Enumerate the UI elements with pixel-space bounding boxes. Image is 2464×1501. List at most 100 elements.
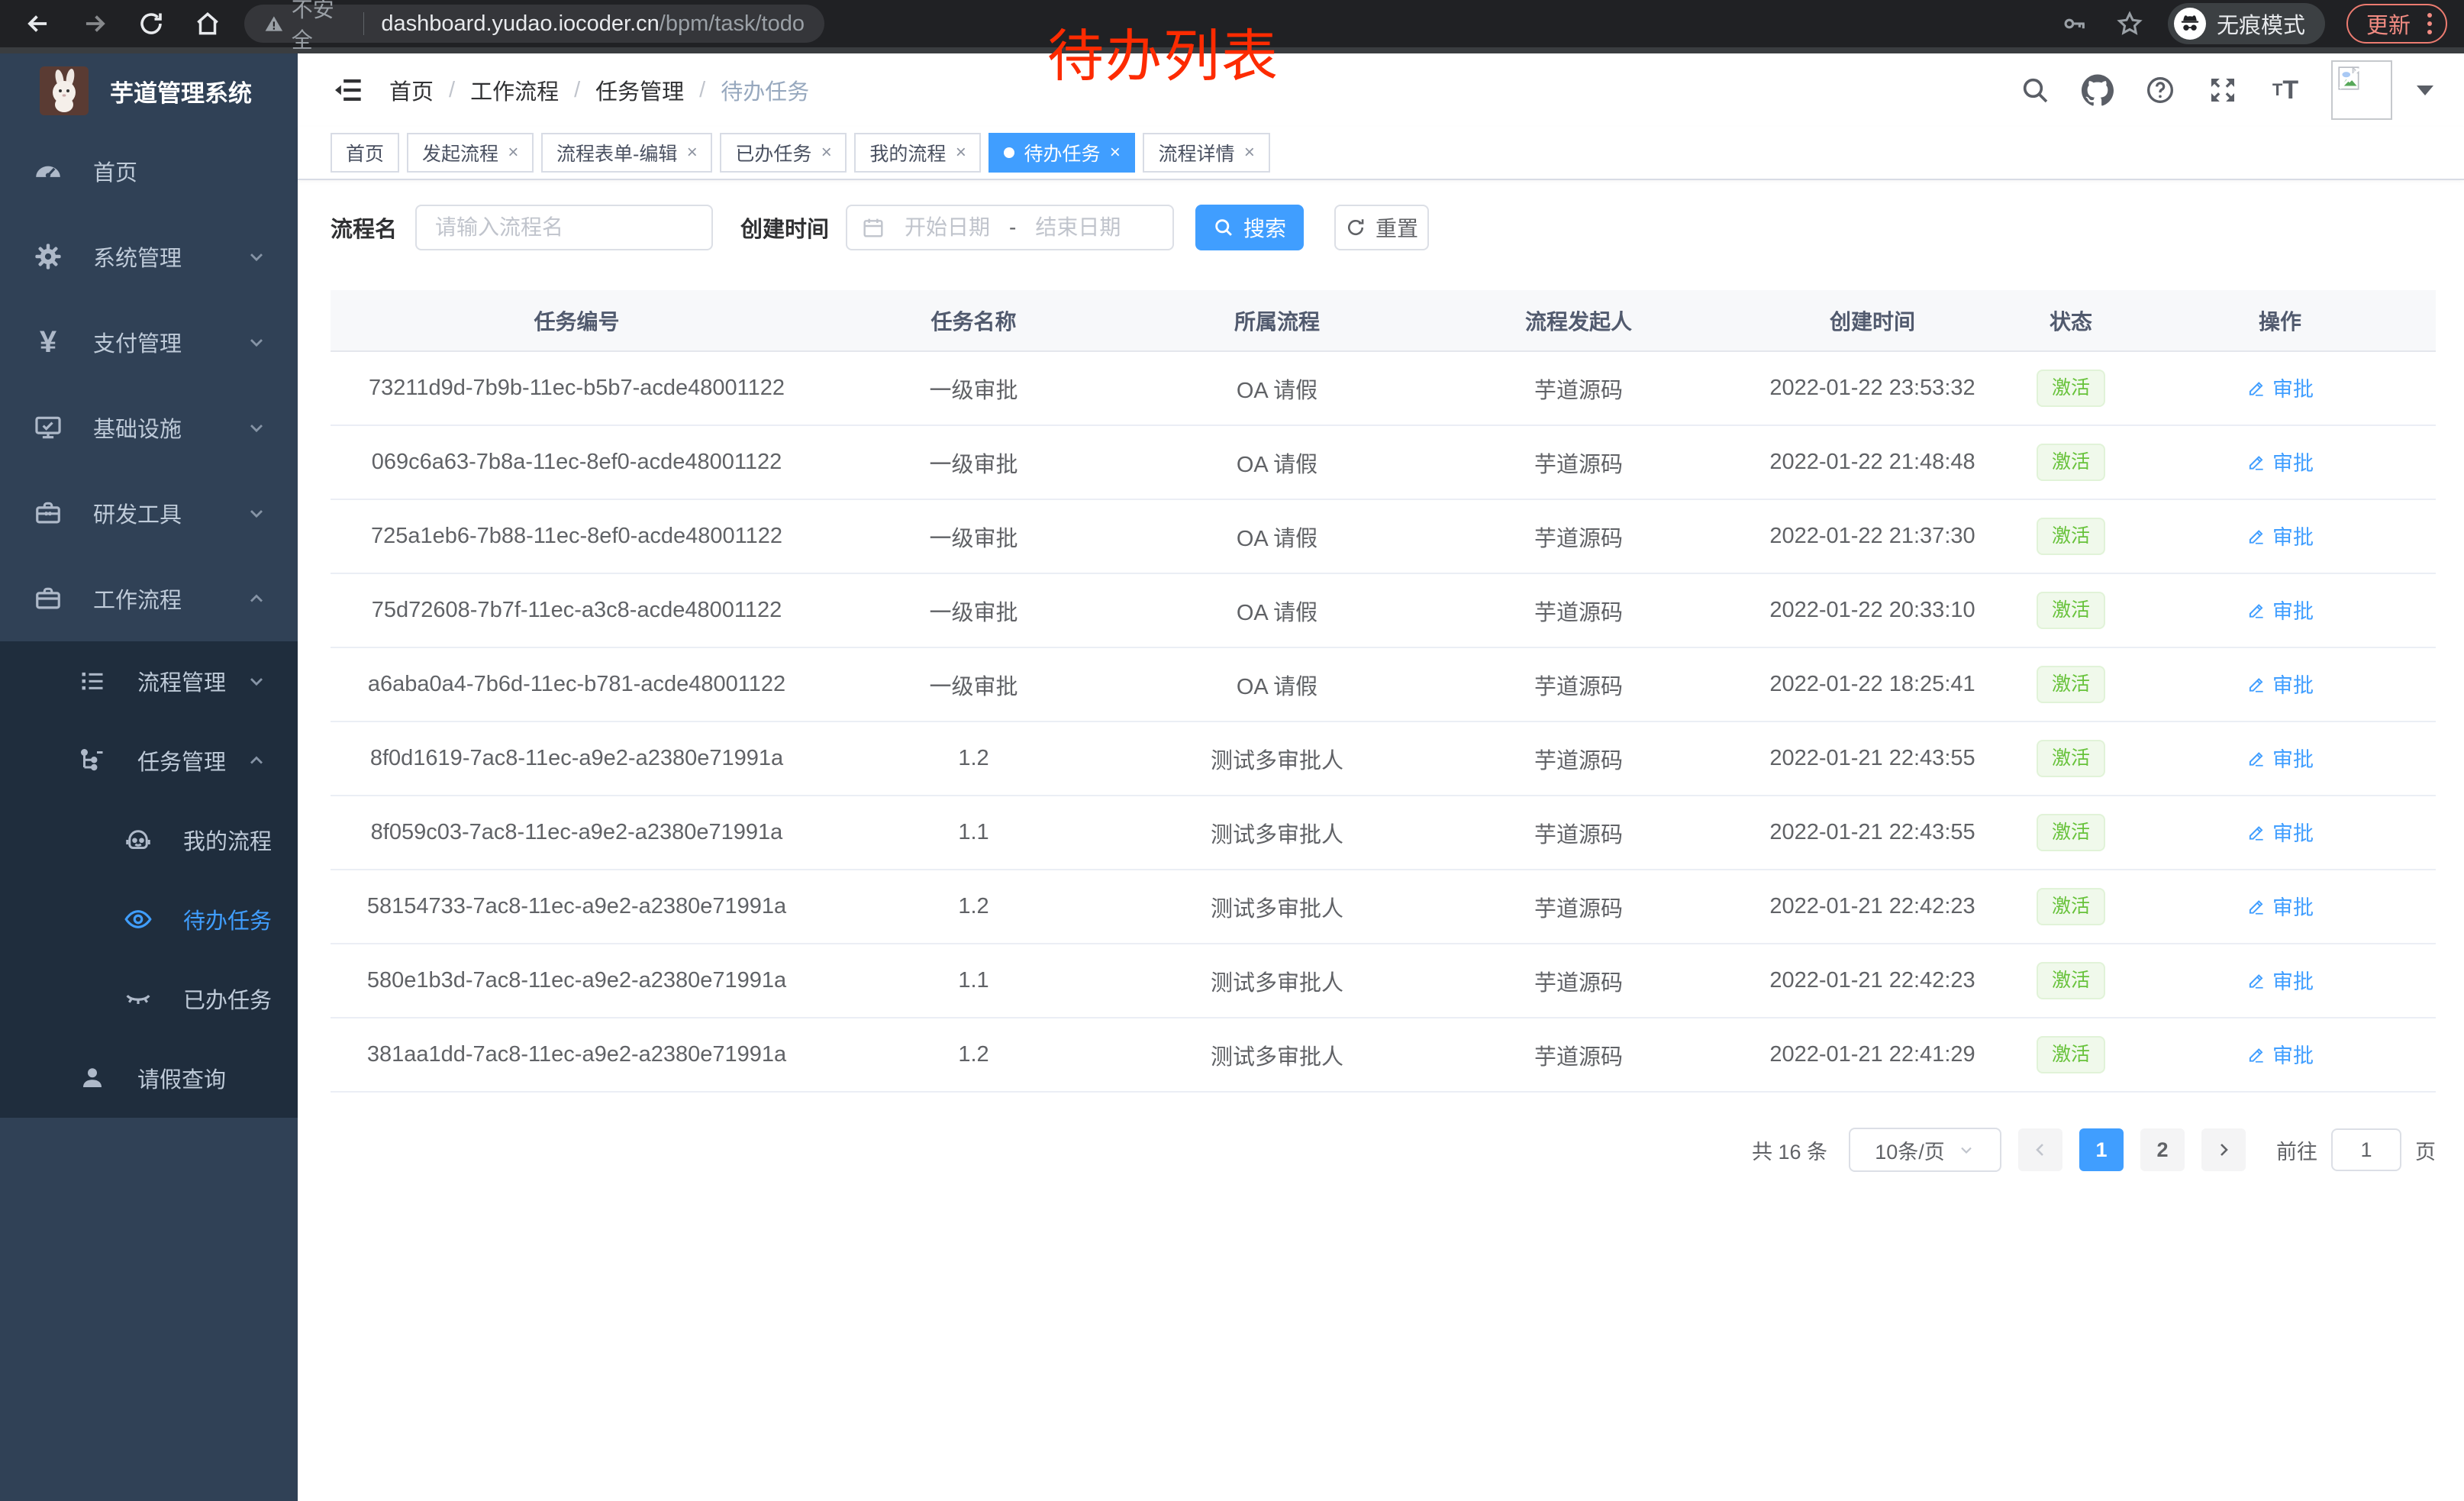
sidebar-item-pay[interactable]: ¥ 支付管理 (0, 299, 298, 385)
tab-close-icon[interactable]: × (508, 144, 518, 162)
breadcrumb-home[interactable]: 首页 (389, 74, 434, 106)
page-size-select[interactable]: 10条/页 (1849, 1128, 2001, 1172)
sidebar-item-home[interactable]: 首页 (0, 128, 298, 214)
starter-cell: 芋道源码 (1430, 944, 1727, 1018)
sidebar-collapse-icon[interactable] (328, 70, 368, 110)
table-row: 381aa1dd-7ac8-11ec-a9e2-a2380e71991a 1.2… (331, 1018, 2436, 1092)
task-name-cell: 1.2 (823, 721, 1124, 796)
sidebar-item-done-task[interactable]: 已办任务 (0, 959, 298, 1038)
starter-cell: 芋道源码 (1430, 647, 1727, 721)
site-security: 不安全 (264, 0, 347, 54)
start-date-input[interactable] (890, 215, 1005, 240)
table-body: 73211d9d-7b9b-11ec-b5b7-acde48001122 一级审… (331, 351, 2436, 1092)
table-row: 069c6a63-7b8a-11ec-8ef0-acde48001122 一级审… (331, 425, 2436, 499)
breadcrumb-task-mgmt[interactable]: 任务管理 (595, 74, 684, 106)
approve-link[interactable]: 审批 (2246, 447, 2314, 476)
approve-link[interactable]: 审批 (2246, 1039, 2314, 1069)
task-id-cell: 580e1b3d-7ac8-11ec-a9e2-a2380e71991a (331, 944, 823, 1018)
goto-unit-label: 页 (2415, 1135, 2436, 1165)
task-id-cell: 8f0d1619-7ac8-11ec-a9e2-a2380e71991a (331, 721, 823, 796)
browser-forward-button[interactable] (78, 7, 111, 40)
page-1-button[interactable]: 1 (2079, 1128, 2124, 1171)
tab-close-icon[interactable]: × (821, 144, 831, 162)
search-icon[interactable] (2018, 73, 2052, 107)
tab-close-icon[interactable]: × (1244, 144, 1255, 162)
tab-close-icon[interactable]: × (686, 144, 697, 162)
status-badge: 激活 (2037, 666, 2105, 703)
goto-page-input[interactable] (2331, 1128, 2401, 1171)
approve-link[interactable]: 审批 (2246, 669, 2314, 699)
approve-link[interactable]: 审批 (2246, 373, 2314, 402)
prev-page-button[interactable] (2018, 1128, 2062, 1171)
tab-close-icon[interactable]: × (955, 144, 966, 162)
date-range-picker[interactable]: - (846, 205, 1174, 250)
breadcrumb: 首页 / 工作流程 / 任务管理 / 待办任务 (389, 74, 824, 106)
approve-link[interactable]: 审批 (2246, 965, 2314, 995)
tag-todo-task[interactable]: 待办任务× (989, 133, 1135, 173)
tag-process-detail[interactable]: 流程详情× (1143, 133, 1269, 173)
tag-form-edit[interactable]: 流程表单-编辑× (541, 133, 712, 173)
browser-menu-icon[interactable] (2427, 13, 2432, 34)
approve-label: 审批 (2272, 817, 2314, 847)
briefcase-icon (32, 584, 64, 613)
password-key-icon[interactable] (2058, 7, 2091, 40)
sidebar-item-workflow[interactable]: 工作流程 (0, 556, 298, 641)
create-time-cell: 2022-01-22 21:48:48 (1727, 425, 2017, 499)
sidebar-item-devtools[interactable]: 研发工具 (0, 470, 298, 556)
sidebar-item-infra[interactable]: 基础设施 (0, 385, 298, 470)
reset-button[interactable]: 重置 (1334, 205, 1429, 250)
sidebar-item-label: 首页 (93, 155, 137, 187)
approve-link[interactable]: 审批 (2246, 595, 2314, 625)
process-name-cell: OA 请假 (1124, 425, 1430, 499)
approve-link[interactable]: 审批 (2246, 743, 2314, 773)
status-badge: 激活 (2037, 888, 2105, 925)
browser-back-button[interactable] (21, 7, 55, 40)
fullscreen-icon[interactable] (2206, 73, 2240, 107)
tag-start-process[interactable]: 发起流程× (407, 133, 534, 173)
process-name-cell: 测试多审批人 (1124, 796, 1430, 870)
chevron-down-icon (246, 502, 267, 524)
sidebar-item-leave-query[interactable]: 请假查询 (0, 1038, 298, 1118)
tag-home[interactable]: 首页 (331, 133, 399, 173)
approve-link[interactable]: 审批 (2246, 521, 2314, 550)
tags-view-bar: 首页 发起流程× 流程表单-编辑× 已办任务× 我的流程× 待办任务× 流程详情… (298, 127, 2464, 180)
sidebar-item-system[interactable]: 系统管理 (0, 214, 298, 299)
process-name-input[interactable] (415, 205, 713, 250)
bookmark-star-icon[interactable] (2113, 7, 2146, 40)
tag-done-task[interactable]: 已办任务× (720, 133, 847, 173)
logo-row[interactable]: 芋道管理系统 (0, 53, 298, 128)
tab-close-icon[interactable]: × (1109, 144, 1120, 162)
avatar-caret-icon[interactable] (2417, 86, 2433, 95)
browser-reload-button[interactable] (134, 7, 168, 40)
starter-cell: 芋道源码 (1430, 1018, 1727, 1092)
github-icon[interactable] (2081, 73, 2114, 107)
approve-link[interactable]: 审批 (2246, 891, 2314, 921)
sidebar-item-my-process[interactable]: 我的流程 (0, 800, 298, 880)
address-bar[interactable]: 不安全 dashboard.yudao.iocoder.cn/bpm/task/… (244, 5, 824, 43)
edit-pen-icon (2246, 970, 2266, 990)
end-date-input[interactable] (1021, 215, 1135, 240)
chevron-down-icon (246, 246, 267, 267)
breadcrumb-workflow[interactable]: 工作流程 (470, 74, 559, 106)
search-button[interactable]: 搜索 (1195, 205, 1304, 250)
col-starter: 流程发起人 (1430, 290, 1727, 351)
sidebar-item-label: 研发工具 (93, 497, 182, 529)
browser-update-button[interactable]: 更新 (2346, 4, 2447, 44)
help-icon[interactable] (2143, 73, 2177, 107)
pagination: 共 16 条 10条/页 1 2 前往 页 (331, 1128, 2436, 1172)
sidebar-item-task-mgmt[interactable]: 任务管理 (0, 721, 298, 800)
arrow-left-icon (24, 9, 53, 38)
tag-my-process[interactable]: 我的流程× (854, 133, 981, 173)
approve-label: 审批 (2272, 965, 2314, 995)
task-name-cell: 一级审批 (823, 573, 1124, 647)
approve-label: 审批 (2272, 669, 2314, 699)
approve-link[interactable]: 审批 (2246, 817, 2314, 847)
avatar[interactable] (2331, 60, 2392, 120)
page-2-button[interactable]: 2 (2140, 1128, 2185, 1171)
font-size-icon[interactable]: TT (2269, 73, 2302, 107)
next-page-button[interactable] (2201, 1128, 2246, 1171)
browser-home-button[interactable] (191, 7, 224, 40)
sidebar-item-todo-task[interactable]: 待办任务 (0, 880, 298, 959)
sidebar-item-process-mgmt[interactable]: 流程管理 (0, 641, 298, 721)
dashboard-icon (32, 157, 64, 186)
